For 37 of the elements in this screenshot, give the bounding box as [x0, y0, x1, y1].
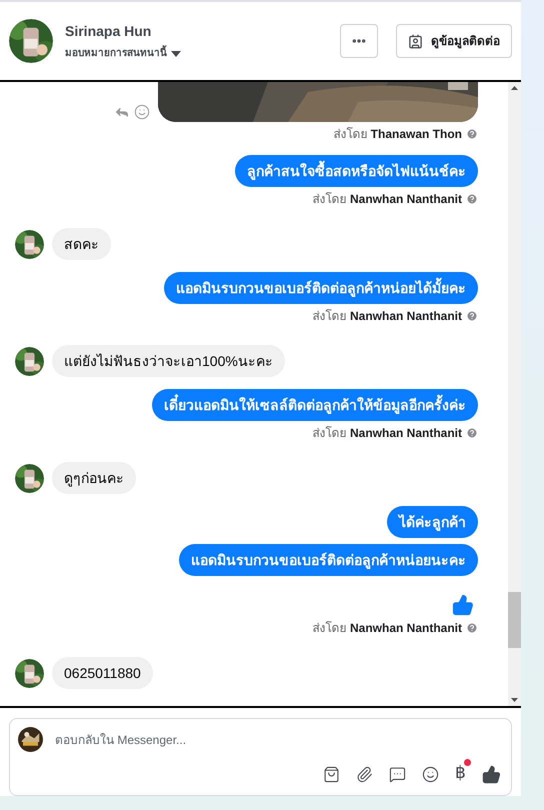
- reply-input[interactable]: ตอบกลับใน Messenger...: [55, 730, 503, 748]
- contact-card-icon: [408, 34, 423, 48]
- sender-caption: ส่งโดย Thanawan Thon: [333, 126, 462, 143]
- message-bubble: แต่ยังไม่ฟันธงว่าจะเอา100%นะคะ: [52, 345, 285, 377]
- sender-caption: ส่งโดย Nanwhan Nanthanit: [312, 308, 462, 325]
- message-bubble: สดคะ: [52, 228, 111, 260]
- help-icon[interactable]: [466, 622, 478, 634]
- message-bubble: 0625011880: [52, 657, 153, 689]
- attachment-icon[interactable]: [356, 766, 373, 782]
- scroll-down-icon[interactable]: [511, 698, 518, 702]
- emoji-icon[interactable]: [422, 766, 439, 782]
- sender-caption: ส่งโดย Nanwhan Nanthanit: [312, 425, 462, 442]
- more-button[interactable]: [340, 24, 378, 58]
- assign-dropdown[interactable]: มอบหมายการสนทนานี้: [65, 46, 328, 61]
- scrollbar-thumb[interactable]: [508, 592, 521, 648]
- shopping-bag-icon[interactable]: [323, 766, 340, 782]
- saved-reply-icon[interactable]: [389, 766, 406, 782]
- sender-caption: ส่งโดย Nanwhan Nanthanit: [312, 191, 462, 208]
- thumbs-up-icon: [452, 594, 474, 616]
- sender-caption: ส่งโดย Nanwhan Nanthanit: [312, 620, 462, 637]
- scroll-up-icon[interactable]: [511, 86, 518, 90]
- contact-name: Sirinapa Hun: [65, 22, 152, 41]
- message-bubble: ดูๆก่อนคะ: [52, 462, 136, 494]
- message-bubble: แอดมินรบกวนขอเบอร์ติดต่อลูกค้าหน่อยนะคะ: [179, 544, 478, 576]
- message-bubble: ได้ค่ะลูกค้า: [387, 506, 478, 538]
- help-icon[interactable]: [466, 193, 478, 205]
- help-icon[interactable]: [466, 427, 478, 439]
- message-bubble: แอดมินรบกวนขอเบอร์ติดต่อลูกค้าหน่อยได้มั้ยคะ: [164, 272, 478, 304]
- caret-icon: [171, 50, 181, 56]
- help-icon[interactable]: [466, 128, 478, 140]
- help-icon[interactable]: [466, 310, 478, 322]
- payment-button[interactable]: ฿: [455, 764, 466, 782]
- message-bubble: เดี๋ยวแอดมินให้เซลล์ติดต่อลูกค้าให้ข้อมูลอีกครั้งค่ะ: [152, 389, 478, 421]
- scrollbar[interactable]: [508, 82, 521, 706]
- contact-info-button[interactable]: ดูข้อมูลติดต่อ: [396, 24, 512, 58]
- thumbs-up-icon[interactable]: [482, 764, 501, 784]
- message-bubble: ลูกค้าสนใจซื้อสดหรือจัดไฟแน้นช์คะ: [235, 155, 478, 187]
